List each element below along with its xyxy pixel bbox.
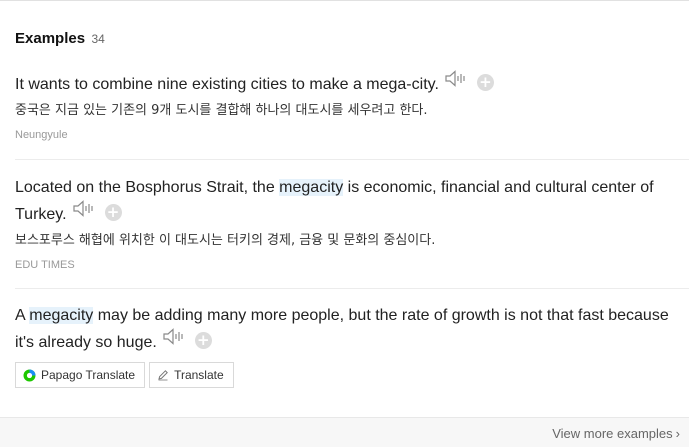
examples-title: Examples bbox=[15, 30, 86, 47]
example-source[interactable]: EDU TIMES bbox=[15, 259, 689, 271]
examples-header: Examples 34 bbox=[15, 30, 105, 48]
view-more-label: View more examples bbox=[552, 426, 673, 441]
top-divider bbox=[0, 0, 689, 1]
speaker-icon[interactable] bbox=[163, 327, 185, 354]
example-sentence: A megacity may be adding many more peopl… bbox=[15, 302, 680, 356]
papago-logo-icon bbox=[23, 369, 36, 382]
translate-buttons: Papago Translate Translate bbox=[15, 362, 234, 388]
example-translation: 보스포루스 해협에 위치한 이 대도시는 터키의 경제, 금융 및 문화의 중심… bbox=[15, 233, 436, 249]
add-to-wordbook-icon[interactable]: + bbox=[104, 204, 122, 222]
sentence-text: It wants to combine nine existing cities… bbox=[15, 76, 439, 93]
example-divider bbox=[15, 159, 689, 160]
highlighted-term: megacity bbox=[279, 179, 344, 196]
sentence-text-after: may be adding many more people, but the … bbox=[15, 307, 669, 351]
translate-label: Translate bbox=[174, 368, 224, 382]
add-to-wordbook-icon[interactable]: + bbox=[476, 74, 494, 92]
chevron-right-icon: › bbox=[675, 426, 680, 441]
example-divider bbox=[15, 288, 689, 289]
speaker-icon[interactable] bbox=[72, 199, 95, 226]
examples-count: 34 bbox=[91, 32, 105, 46]
highlighted-term: megacity bbox=[29, 307, 94, 324]
example-sentence: Located on the Bosphorus Strait, the meg… bbox=[15, 174, 680, 228]
footer-bar: View more examples › bbox=[0, 417, 689, 447]
example-item: Located on the Bosphorus Strait, the meg… bbox=[15, 174, 689, 271]
example-item: A megacity may be adding many more peopl… bbox=[15, 302, 689, 356]
example-source[interactable]: Neungyule bbox=[15, 129, 689, 141]
view-more-examples-link[interactable]: View more examples › bbox=[552, 426, 680, 441]
pencil-icon bbox=[157, 369, 169, 381]
example-item: It wants to combine nine existing cities… bbox=[15, 69, 689, 141]
sentence-text-before: Located on the Bosphorus Strait, the bbox=[15, 179, 280, 196]
sentence-text-before: A bbox=[15, 307, 30, 324]
example-sentence: It wants to combine nine existing cities… bbox=[15, 69, 680, 98]
speaker-icon[interactable] bbox=[445, 69, 467, 96]
papago-translate-label: Papago Translate bbox=[41, 368, 136, 382]
example-translation: 중국은 지금 있는 기존의 9개 도시를 결합해 하나의 대도시를 세우려고 한… bbox=[15, 103, 428, 119]
translate-button[interactable]: Translate bbox=[149, 362, 234, 388]
papago-translate-button[interactable]: Papago Translate bbox=[15, 362, 146, 388]
add-to-wordbook-icon[interactable]: + bbox=[194, 332, 212, 350]
